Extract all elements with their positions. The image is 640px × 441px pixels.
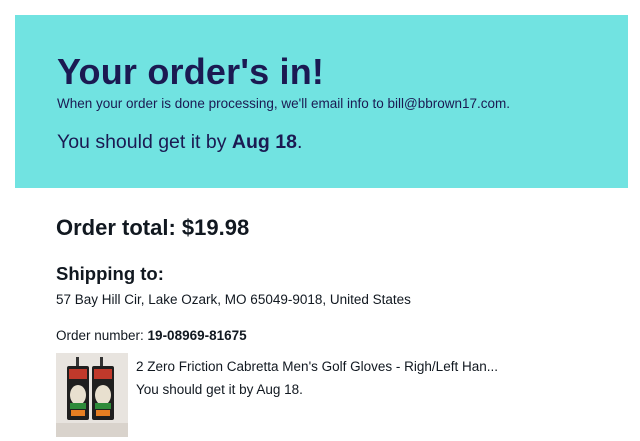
- order-number: Order number: 19-08969-81675: [56, 328, 247, 343]
- order-item: 2 Zero Friction Cabretta Men's Golf Glov…: [56, 353, 616, 437]
- shipping-heading: Shipping to:: [56, 263, 164, 284]
- order-total-value: $19.98: [181, 215, 250, 240]
- order-total-label: Order total:: [56, 215, 176, 240]
- delivery-estimate-prefix: You should get it by: [57, 131, 232, 153]
- confirmation-banner: Your order's in! When your order is done…: [15, 15, 628, 188]
- confirmation-title: Your order's in!: [57, 51, 325, 92]
- order-number-label: Order number:: [56, 328, 148, 343]
- golf-gloves-image-icon: [56, 353, 128, 437]
- order-confirmation-page: Your order's in! When your order is done…: [0, 0, 640, 441]
- delivery-estimate-date: Aug 18: [231, 131, 297, 153]
- confirmation-email-notice: When your order is done processing, we'l…: [57, 96, 510, 111]
- item-thumbnail[interactable]: [56, 353, 128, 437]
- shipping-address: 57 Bay Hill Cir, Lake Ozark, MO 65049-90…: [56, 292, 411, 307]
- order-total: Order total: $19.98: [56, 215, 249, 241]
- item-title-link[interactable]: 2 Zero Friction Cabretta Men's Golf Glov…: [136, 359, 556, 374]
- delivery-estimate: You should get it by Aug 18.: [57, 131, 302, 154]
- order-number-value: 19-08969-81675: [147, 328, 247, 343]
- item-delivery-estimate: You should get it by Aug 18.: [136, 382, 303, 397]
- delivery-estimate-suffix: .: [296, 131, 303, 153]
